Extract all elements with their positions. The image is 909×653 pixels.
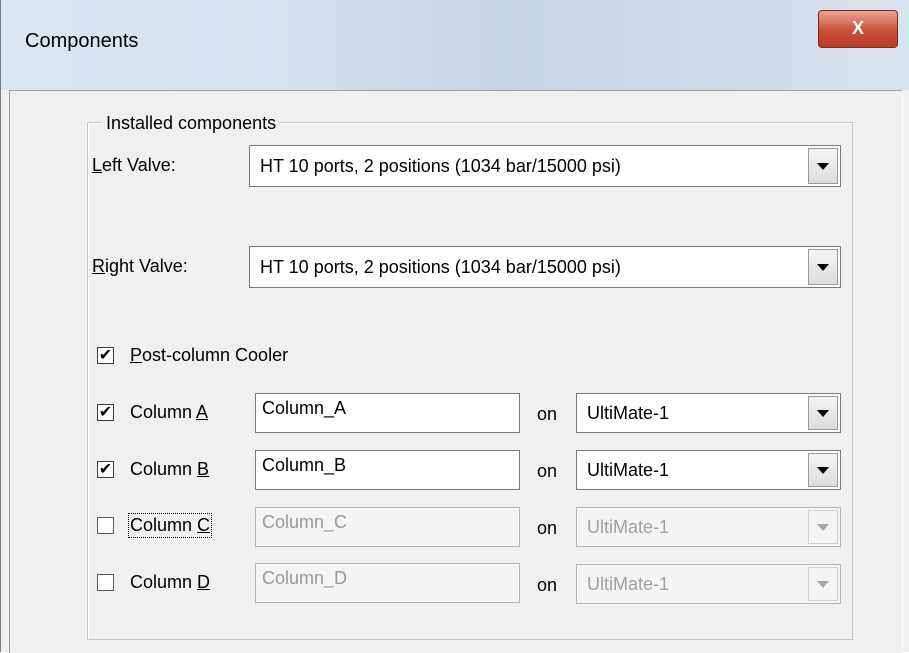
column-b-on-label: on: [537, 461, 558, 481]
column-a-label-prefix: Column: [130, 402, 197, 422]
close-icon: X: [851, 18, 864, 38]
right-valve-label: Right Valve:: [92, 256, 188, 277]
post-column-cooler-label[interactable]: Post-column Cooler: [130, 345, 288, 366]
close-button[interactable]: X: [818, 10, 898, 48]
components-dialog: Components X Installed components Left V…: [0, 0, 909, 653]
column-d-label[interactable]: Column D: [130, 572, 210, 593]
post-column-cooler-text: ost-column Cooler: [142, 345, 289, 365]
column-a-on-label: on: [537, 404, 558, 424]
left-valve-select[interactable]: HT 10 ports, 2 positions (1034 bar/15000…: [249, 145, 841, 187]
column-c-name-input[interactable]: Column_C: [255, 507, 520, 547]
column-c-label-prefix: Column: [130, 515, 198, 535]
column-d-instrument-select[interactable]: UltiMate-1: [576, 564, 841, 604]
check-icon: ✔: [98, 345, 113, 364]
group-legend: Installed components: [102, 113, 281, 134]
column-b-dropdown-button[interactable]: [808, 453, 838, 487]
column-a-accesskey: A: [196, 402, 209, 422]
left-valve-label-accesskey: L: [92, 155, 103, 175]
left-valve-label-text: eft Valve:: [102, 155, 176, 175]
column-a-checkbox[interactable]: ✔: [97, 404, 114, 421]
check-icon: ✔: [98, 402, 113, 421]
column-d-name-value: Column_D: [262, 568, 348, 588]
column-b-instrument-value: UltiMate-1: [587, 460, 670, 480]
title-bar: Components X: [1, 0, 909, 90]
chevron-down-icon: [817, 581, 829, 588]
column-c-instrument-value: UltiMate-1: [587, 517, 670, 537]
left-valve-value: HT 10 ports, 2 positions (1034 bar/15000…: [260, 156, 621, 176]
column-c-on-label: on: [537, 518, 558, 538]
chevron-down-icon: [817, 163, 829, 170]
left-valve-label: Left Valve:: [92, 155, 176, 176]
dialog-title: Components: [25, 30, 139, 52]
column-d-on-label: on: [537, 575, 558, 595]
column-c-checkbox[interactable]: [97, 517, 114, 534]
column-b-checkbox[interactable]: ✔: [97, 461, 114, 478]
column-a-instrument-value: UltiMate-1: [587, 403, 670, 423]
post-column-cooler-accesskey: P: [130, 345, 143, 365]
post-column-cooler-checkbox[interactable]: ✔: [97, 347, 114, 364]
right-valve-label-accesskey: R: [92, 256, 105, 276]
column-a-instrument-select[interactable]: UltiMate-1: [576, 393, 841, 433]
column-d-instrument-value: UltiMate-1: [587, 574, 670, 594]
column-a-label[interactable]: Column A: [130, 402, 208, 423]
column-c-dropdown-button[interactable]: [808, 510, 838, 544]
column-d-accesskey: D: [197, 572, 211, 592]
column-d-label-prefix: Column: [130, 572, 198, 592]
right-valve-select[interactable]: HT 10 ports, 2 positions (1034 bar/15000…: [249, 246, 841, 288]
column-d-dropdown-button[interactable]: [808, 567, 838, 601]
column-c-label[interactable]: Column C: [127, 513, 213, 538]
column-b-name-value: Column_B: [262, 455, 347, 475]
chevron-down-icon: [817, 410, 829, 417]
column-c-accesskey: C: [197, 515, 211, 535]
column-a-dropdown-button[interactable]: [808, 396, 838, 430]
column-a-name-value: Column_A: [262, 398, 347, 418]
column-b-instrument-select[interactable]: UltiMate-1: [576, 450, 841, 490]
column-b-accesskey: B: [197, 459, 210, 479]
column-b-label-prefix: Column: [130, 459, 198, 479]
column-c-name-value: Column_C: [262, 512, 348, 532]
chevron-down-icon: [817, 467, 829, 474]
left-valve-dropdown-button[interactable]: [808, 148, 838, 184]
column-c-instrument-select[interactable]: UltiMate-1: [576, 507, 841, 547]
right-valve-dropdown-button[interactable]: [808, 249, 838, 285]
check-icon: ✔: [98, 459, 113, 478]
right-valve-value: HT 10 ports, 2 positions (1034 bar/15000…: [260, 257, 621, 277]
column-b-name-input[interactable]: Column_B: [255, 450, 520, 490]
column-d-name-input[interactable]: Column_D: [255, 563, 520, 603]
chevron-down-icon: [817, 264, 829, 271]
chevron-down-icon: [817, 524, 829, 531]
column-b-label[interactable]: Column B: [130, 459, 209, 480]
column-d-checkbox[interactable]: [97, 574, 114, 591]
dialog-body: Installed components Left Valve: HT 10 p…: [9, 90, 903, 653]
right-valve-label-text: ight Valve:: [105, 256, 188, 276]
column-a-name-input[interactable]: Column_A: [255, 393, 520, 433]
